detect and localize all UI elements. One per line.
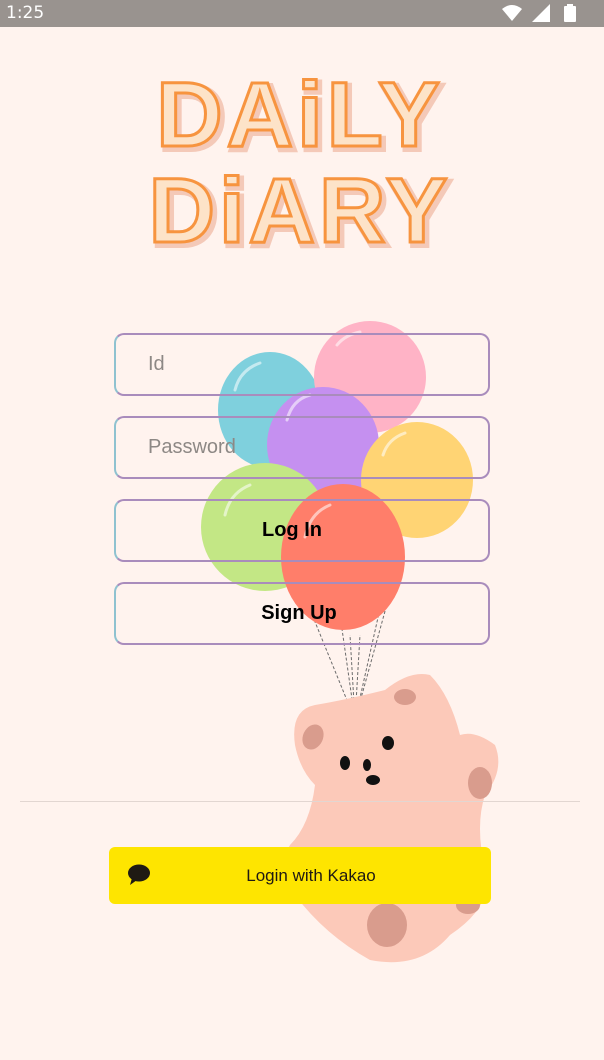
bear-illustration [283, 674, 499, 963]
kakao-login-button[interactable]: Login with Kakao [109, 847, 491, 904]
signup-button[interactable]: Sign Up [114, 582, 490, 645]
divider [20, 801, 580, 802]
password-field[interactable] [114, 416, 490, 479]
signup-button-label: Sign Up [261, 602, 337, 624]
logo-line1: DAiLY [156, 64, 444, 166]
cell-signal-icon [532, 4, 550, 22]
chat-bubble-icon [128, 864, 150, 885]
id-input[interactable] [116, 335, 488, 394]
login-button[interactable]: Log In [114, 499, 490, 562]
battery-icon [564, 4, 576, 22]
login-button-label: Log In [262, 519, 322, 541]
app-logo: DAiLY DAiLY DiARY DiARY [130, 60, 470, 269]
password-input[interactable] [116, 418, 488, 477]
wifi-icon [502, 5, 522, 21]
status-bar: 1:25 [0, 0, 604, 27]
kakao-login-label: Login with Kakao [246, 865, 376, 885]
status-time: 1:25 [6, 3, 45, 23]
id-field[interactable] [114, 333, 490, 396]
logo-line2: DiARY [149, 160, 452, 260]
